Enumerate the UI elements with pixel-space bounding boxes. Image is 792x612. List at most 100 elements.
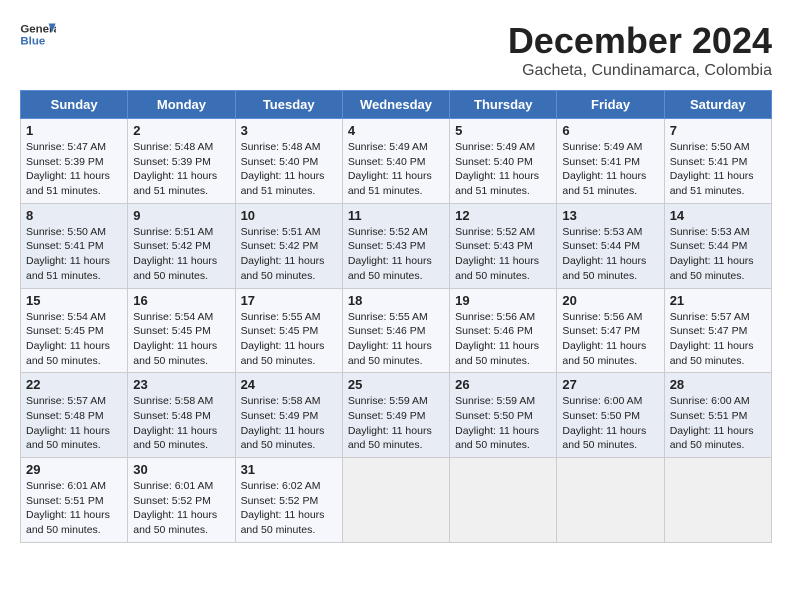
day-info: Sunrise: 5:54 AM Sunset: 5:45 PM Dayligh… — [26, 310, 122, 369]
calendar-cell: 15Sunrise: 5:54 AM Sunset: 5:45 PM Dayli… — [21, 288, 128, 373]
day-info: Sunrise: 5:55 AM Sunset: 5:46 PM Dayligh… — [348, 310, 444, 369]
day-info: Sunrise: 5:47 AM Sunset: 5:39 PM Dayligh… — [26, 140, 122, 199]
day-number: 17 — [241, 293, 337, 308]
day-number: 10 — [241, 208, 337, 223]
day-number: 9 — [133, 208, 229, 223]
day-header-saturday: Saturday — [664, 91, 771, 119]
day-info: Sunrise: 5:52 AM Sunset: 5:43 PM Dayligh… — [455, 225, 551, 284]
svg-text:Blue: Blue — [20, 36, 45, 48]
day-header-wednesday: Wednesday — [342, 91, 449, 119]
day-number: 19 — [455, 293, 551, 308]
day-info: Sunrise: 6:01 AM Sunset: 5:52 PM Dayligh… — [133, 479, 229, 538]
day-number: 25 — [348, 377, 444, 392]
calendar-cell: 27 Sunrise: 6:00 AM Sunset: 5:50 PM Dayli… — [557, 373, 664, 458]
calendar-cell: 18 Sunrise: 5:55 AM Sunset: 5:46 PM Dayli… — [342, 288, 449, 373]
day-number: 30 — [133, 462, 229, 477]
calendar-cell: 10 Sunrise: 5:51 AM Sunset: 5:42 PM Dayli… — [235, 203, 342, 288]
day-info: Sunrise: 5:49 AM Sunset: 5:41 PM Dayligh… — [562, 140, 658, 199]
day-info: Sunrise: 6:00 AM Sunset: 5:50 PM Dayligh… — [562, 394, 658, 453]
day-info: Sunrise: 5:59 AM Sunset: 5:50 PM Dayligh… — [455, 394, 551, 453]
calendar-cell: 30 Sunrise: 6:01 AM Sunset: 5:52 PM Dayli… — [128, 458, 235, 543]
day-header-sunday: Sunday — [21, 91, 128, 119]
calendar-week-row: 15Sunrise: 5:54 AM Sunset: 5:45 PM Dayli… — [21, 288, 772, 373]
day-number: 22 — [26, 377, 122, 392]
day-info: Sunrise: 5:51 AM Sunset: 5:42 PM Dayligh… — [133, 225, 229, 284]
day-number: 6 — [562, 123, 658, 138]
day-info: Sunrise: 5:49 AM Sunset: 5:40 PM Dayligh… — [348, 140, 444, 199]
calendar-cell: 25 Sunrise: 5:59 AM Sunset: 5:49 PM Dayli… — [342, 373, 449, 458]
calendar-cell: 8 Sunrise: 5:50 AM Sunset: 5:41 PM Daylig… — [21, 203, 128, 288]
day-header-friday: Friday — [557, 91, 664, 119]
logo: General Blue — [20, 20, 60, 50]
calendar-cell: 12 Sunrise: 5:52 AM Sunset: 5:43 PM Dayli… — [450, 203, 557, 288]
day-number: 28 — [670, 377, 766, 392]
day-info: Sunrise: 5:58 AM Sunset: 5:49 PM Dayligh… — [241, 394, 337, 453]
day-info: Sunrise: 5:54 AM Sunset: 5:45 PM Dayligh… — [133, 310, 229, 369]
calendar-cell — [557, 458, 664, 543]
calendar-cell: 4 Sunrise: 5:49 AM Sunset: 5:40 PM Daylig… — [342, 119, 449, 204]
day-number: 14 — [670, 208, 766, 223]
calendar-table: SundayMondayTuesdayWednesdayThursdayFrid… — [20, 90, 772, 543]
day-number: 16 — [133, 293, 229, 308]
calendar-cell: 1 Sunrise: 5:47 AM Sunset: 5:39 PM Daylig… — [21, 119, 128, 204]
calendar-week-row: 29 Sunrise: 6:01 AM Sunset: 5:51 PM Dayli… — [21, 458, 772, 543]
calendar-cell: 5Sunrise: 5:49 AM Sunset: 5:40 PM Daylig… — [450, 119, 557, 204]
day-number: 8 — [26, 208, 122, 223]
day-number: 12 — [455, 208, 551, 223]
calendar-week-row: 1 Sunrise: 5:47 AM Sunset: 5:39 PM Daylig… — [21, 119, 772, 204]
calendar-cell: 6 Sunrise: 5:49 AM Sunset: 5:41 PM Daylig… — [557, 119, 664, 204]
day-number: 13 — [562, 208, 658, 223]
day-number: 7 — [670, 123, 766, 138]
calendar-cell — [342, 458, 449, 543]
day-number: 20 — [562, 293, 658, 308]
day-number: 18 — [348, 293, 444, 308]
day-number: 3 — [241, 123, 337, 138]
calendar-cell — [450, 458, 557, 543]
day-number: 26 — [455, 377, 551, 392]
calendar-cell: 17Sunrise: 5:55 AM Sunset: 5:45 PM Dayli… — [235, 288, 342, 373]
calendar-cell: 22 Sunrise: 5:57 AM Sunset: 5:48 PM Dayli… — [21, 373, 128, 458]
day-info: Sunrise: 5:56 AM Sunset: 5:47 PM Dayligh… — [562, 310, 658, 369]
calendar-cell: 14 Sunrise: 5:53 AM Sunset: 5:44 PM Dayli… — [664, 203, 771, 288]
day-number: 1 — [26, 123, 122, 138]
calendar-cell: 24 Sunrise: 5:58 AM Sunset: 5:49 PM Dayli… — [235, 373, 342, 458]
calendar-cell: 26 Sunrise: 5:59 AM Sunset: 5:50 PM Dayli… — [450, 373, 557, 458]
calendar-cell: 9 Sunrise: 5:51 AM Sunset: 5:42 PM Daylig… — [128, 203, 235, 288]
month-title: December 2024 — [508, 20, 772, 62]
day-number: 5 — [455, 123, 551, 138]
day-info: Sunrise: 5:56 AM Sunset: 5:46 PM Dayligh… — [455, 310, 551, 369]
day-info: Sunrise: 5:53 AM Sunset: 5:44 PM Dayligh… — [670, 225, 766, 284]
calendar-cell: 31Sunrise: 6:02 AM Sunset: 5:52 PM Dayli… — [235, 458, 342, 543]
day-number: 27 — [562, 377, 658, 392]
day-number: 23 — [133, 377, 229, 392]
title-block: December 2024 Gacheta, Cundinamarca, Col… — [508, 20, 772, 80]
day-number: 24 — [241, 377, 337, 392]
day-number: 21 — [670, 293, 766, 308]
day-info: Sunrise: 5:48 AM Sunset: 5:39 PM Dayligh… — [133, 140, 229, 199]
calendar-cell: 13Sunrise: 5:53 AM Sunset: 5:44 PM Dayli… — [557, 203, 664, 288]
day-info: Sunrise: 5:58 AM Sunset: 5:48 PM Dayligh… — [133, 394, 229, 453]
day-info: Sunrise: 5:51 AM Sunset: 5:42 PM Dayligh… — [241, 225, 337, 284]
calendar-cell: 3Sunrise: 5:48 AM Sunset: 5:40 PM Daylig… — [235, 119, 342, 204]
day-info: Sunrise: 5:59 AM Sunset: 5:49 PM Dayligh… — [348, 394, 444, 453]
page-header: General Blue December 2024 Gacheta, Cund… — [20, 20, 772, 80]
calendar-cell: 19 Sunrise: 5:56 AM Sunset: 5:46 PM Dayli… — [450, 288, 557, 373]
day-number: 11 — [348, 208, 444, 223]
day-number: 4 — [348, 123, 444, 138]
day-info: Sunrise: 5:50 AM Sunset: 5:41 PM Dayligh… — [26, 225, 122, 284]
calendar-cell: 11 Sunrise: 5:52 AM Sunset: 5:43 PM Dayli… — [342, 203, 449, 288]
day-number: 31 — [241, 462, 337, 477]
calendar-cell — [664, 458, 771, 543]
day-info: Sunrise: 5:52 AM Sunset: 5:43 PM Dayligh… — [348, 225, 444, 284]
day-info: Sunrise: 5:50 AM Sunset: 5:41 PM Dayligh… — [670, 140, 766, 199]
calendar-cell: 20 Sunrise: 5:56 AM Sunset: 5:47 PM Dayli… — [557, 288, 664, 373]
day-info: Sunrise: 5:57 AM Sunset: 5:48 PM Dayligh… — [26, 394, 122, 453]
calendar-cell: 7 Sunrise: 5:50 AM Sunset: 5:41 PM Daylig… — [664, 119, 771, 204]
day-info: Sunrise: 6:01 AM Sunset: 5:51 PM Dayligh… — [26, 479, 122, 538]
calendar-cell: 2Sunrise: 5:48 AM Sunset: 5:39 PM Daylig… — [128, 119, 235, 204]
day-number: 29 — [26, 462, 122, 477]
calendar-cell: 16 Sunrise: 5:54 AM Sunset: 5:45 PM Dayli… — [128, 288, 235, 373]
calendar-cell: 23 Sunrise: 5:58 AM Sunset: 5:48 PM Dayli… — [128, 373, 235, 458]
calendar-week-row: 22 Sunrise: 5:57 AM Sunset: 5:48 PM Dayli… — [21, 373, 772, 458]
day-info: Sunrise: 6:00 AM Sunset: 5:51 PM Dayligh… — [670, 394, 766, 453]
